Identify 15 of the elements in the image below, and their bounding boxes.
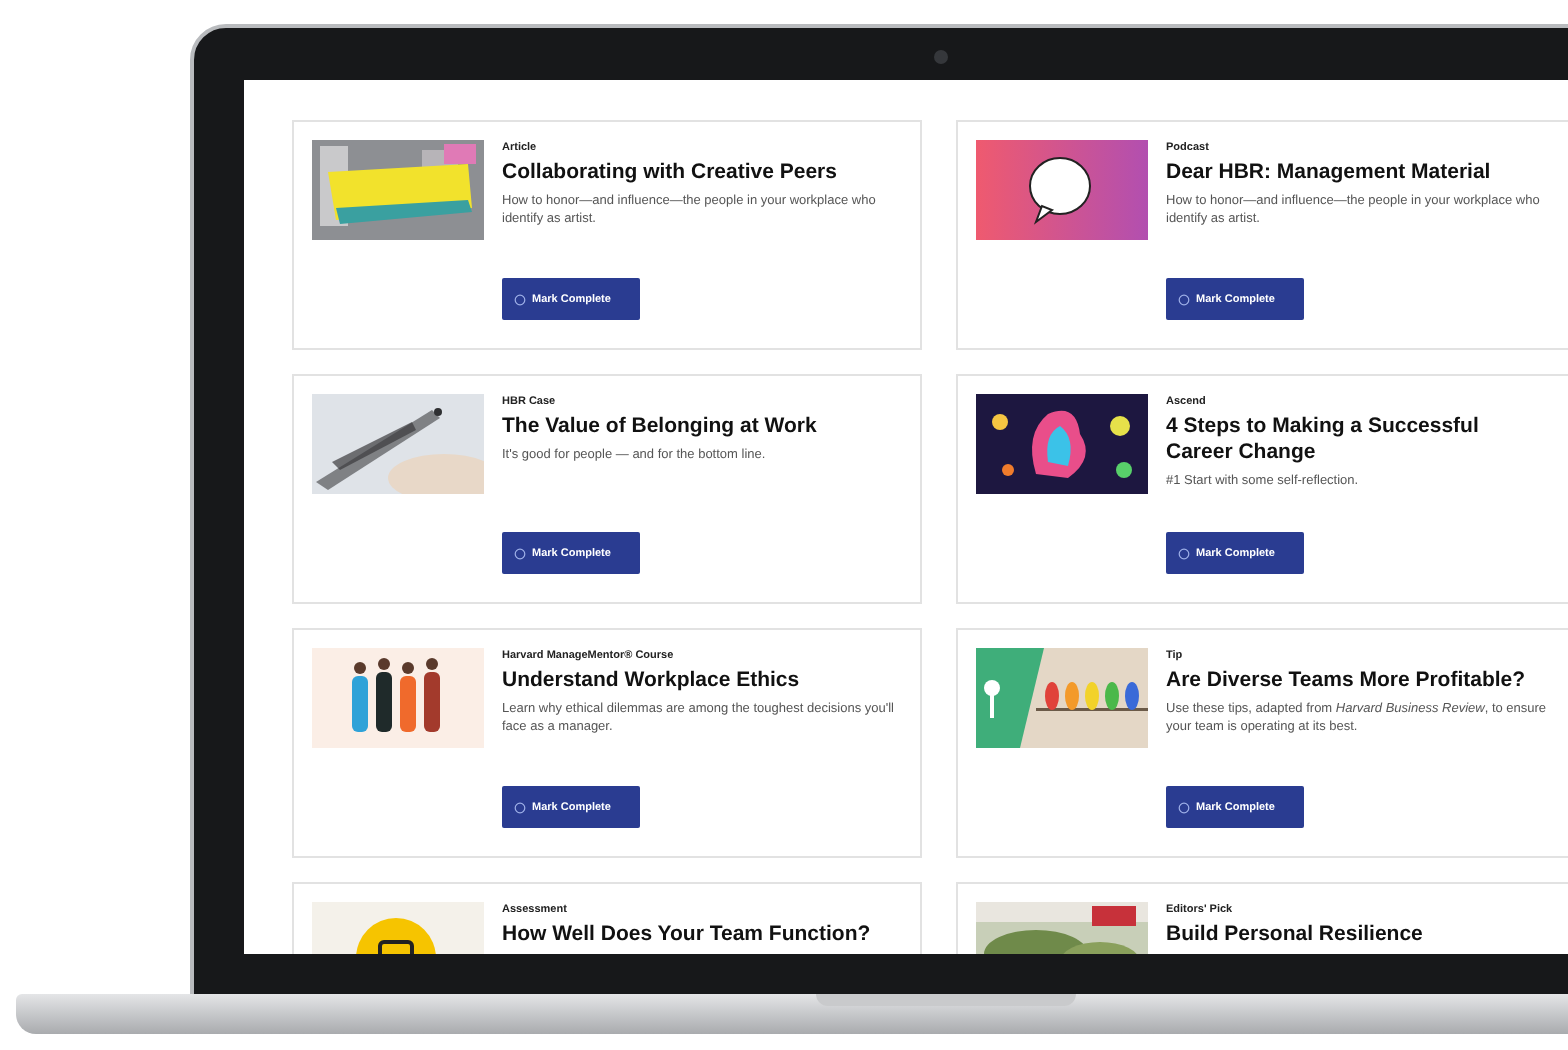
- circle-icon: [1178, 293, 1190, 305]
- circle-icon: [514, 293, 526, 305]
- circle-icon: [1178, 547, 1190, 559]
- circle-icon: [514, 547, 526, 559]
- camera-icon: [934, 50, 948, 64]
- card-title[interactable]: How Well Does Your Team Function?: [502, 922, 871, 949]
- circle-icon: [1178, 801, 1190, 813]
- card-title[interactable]: Build Personal Resilience: [1166, 922, 1423, 949]
- card-title[interactable]: Are Diverse Teams More Profitable?: [1166, 668, 1526, 695]
- card-title[interactable]: The Value of Belonging at Work: [502, 414, 817, 441]
- circle-icon: [514, 801, 526, 813]
- card-title[interactable]: Dear HBR: Management Material: [1166, 160, 1491, 187]
- card-title[interactable]: Understand Workplace Ethics: [502, 668, 800, 695]
- card-title[interactable]: Collaborating with Creative Peers: [502, 160, 837, 187]
- card-title[interactable]: 4 Steps to Making a Successful Career Change: [1166, 414, 1479, 467]
